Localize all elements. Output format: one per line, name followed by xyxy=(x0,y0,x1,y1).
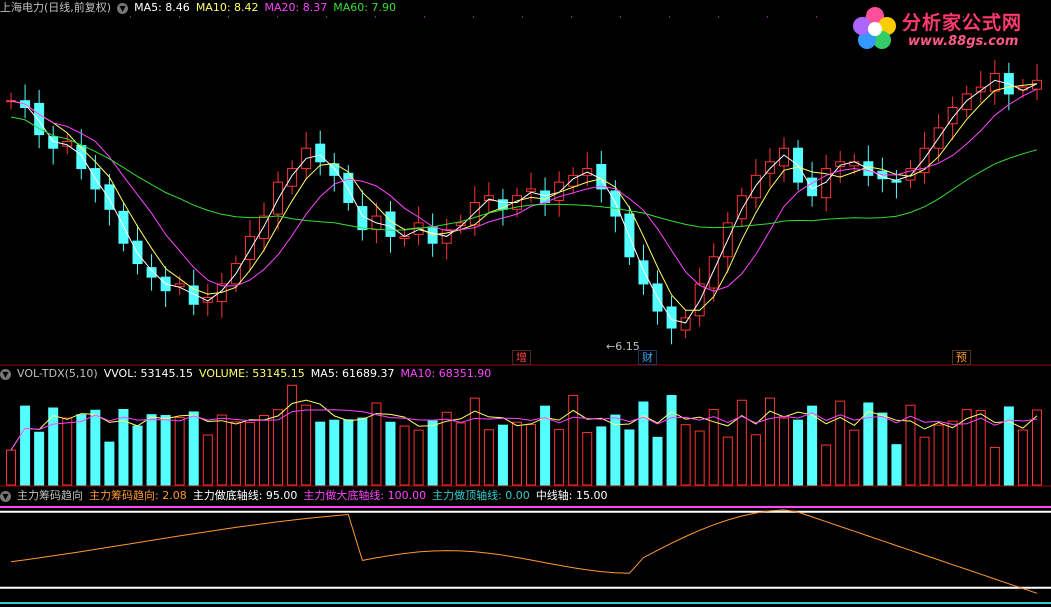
volume-bar xyxy=(427,420,438,486)
volume-bar xyxy=(891,444,902,486)
volume-bar xyxy=(722,436,733,486)
volume-bar xyxy=(666,395,677,486)
volume-bar xyxy=(849,429,860,486)
volume-bar xyxy=(652,436,663,486)
volume-bar xyxy=(34,431,45,486)
volume-bar xyxy=(750,434,761,486)
volume-bar xyxy=(301,404,312,486)
volume-bar xyxy=(947,420,958,486)
candle-body xyxy=(961,93,972,111)
ma20-line xyxy=(10,88,1038,292)
candle-body xyxy=(750,174,761,199)
candle-body xyxy=(76,145,87,170)
volume-bar xyxy=(511,421,522,486)
watermark-logo: 分析家公式网 www.88gs.com xyxy=(850,4,1046,54)
volume-bar xyxy=(287,384,298,486)
volume-bar xyxy=(230,421,241,486)
event-tag-increase[interactable]: 增 xyxy=(512,350,531,365)
volume-bar xyxy=(638,401,649,486)
volume-bar xyxy=(357,417,368,486)
candle-body xyxy=(385,211,396,237)
candle-body xyxy=(596,164,607,190)
flower-icon xyxy=(853,7,896,49)
volume-bar xyxy=(610,414,621,486)
volume-bar xyxy=(694,430,705,486)
volume-bar xyxy=(329,419,340,486)
volume-bar xyxy=(933,424,944,486)
volume-bar xyxy=(582,431,593,486)
candle-body xyxy=(666,306,677,329)
volume-bar xyxy=(76,414,87,486)
stock-chart[interactable] xyxy=(0,0,1051,607)
volume-bar xyxy=(1031,409,1042,486)
volume-bar xyxy=(877,412,888,486)
candle-body xyxy=(638,260,649,285)
volume-bar xyxy=(146,414,157,486)
volume-bar xyxy=(1003,406,1014,486)
watermark-url: www.88gs.com xyxy=(908,34,1019,49)
volume-bar xyxy=(497,424,508,486)
volume-bar xyxy=(835,400,846,486)
volume-bar xyxy=(807,405,818,486)
candle-body xyxy=(526,188,537,193)
volume-bar xyxy=(244,421,255,486)
volume-bar xyxy=(975,410,986,486)
watermark-title: 分析家公式网 xyxy=(902,12,1023,34)
volume-bar xyxy=(399,425,410,486)
volume-bar xyxy=(793,419,804,486)
volume-bar xyxy=(20,405,31,486)
volume-bar xyxy=(48,407,59,486)
volume-bar xyxy=(160,415,171,486)
volume-bar xyxy=(821,444,832,486)
volume-bar xyxy=(174,416,185,486)
candle-body xyxy=(315,143,326,163)
volume-bar xyxy=(259,415,269,486)
volume-bar xyxy=(1017,429,1028,486)
volume-bar xyxy=(624,429,635,486)
volume-bar xyxy=(441,411,452,486)
volume-bar xyxy=(680,424,691,486)
volume-bar xyxy=(385,421,396,486)
volume-bar xyxy=(554,429,565,486)
volume-bar xyxy=(188,411,199,486)
candle-body xyxy=(680,317,691,331)
candle-body xyxy=(708,256,719,289)
volume-bar xyxy=(455,422,466,486)
trend-line xyxy=(10,509,1038,594)
volume-bar xyxy=(6,449,17,486)
volume-bar xyxy=(483,429,494,486)
volume-bar xyxy=(863,402,874,486)
volume-bar xyxy=(779,417,789,486)
volume-bar xyxy=(343,419,354,486)
volume-bar xyxy=(568,395,579,486)
volume-bar xyxy=(315,421,326,486)
volume-bar xyxy=(202,434,213,486)
volume-bar xyxy=(104,441,115,486)
volume-bar xyxy=(989,446,1000,486)
volume-bar xyxy=(919,436,930,486)
volume-bar xyxy=(132,425,143,486)
candle-body xyxy=(343,172,354,203)
volume-bar xyxy=(736,399,747,486)
candle-body xyxy=(891,180,902,183)
volume-bar xyxy=(216,414,227,486)
volume-bar xyxy=(526,423,537,486)
event-tag-forecast[interactable]: 预 xyxy=(952,350,971,365)
volume-bar xyxy=(596,426,607,486)
volume-bar xyxy=(62,417,73,486)
candle-body xyxy=(273,181,284,215)
volume-bar xyxy=(90,409,101,486)
volume-bar xyxy=(273,409,284,486)
volume-bar xyxy=(413,429,424,486)
candle-body xyxy=(146,267,157,278)
low-price-marker: ←6.15 xyxy=(606,340,640,353)
